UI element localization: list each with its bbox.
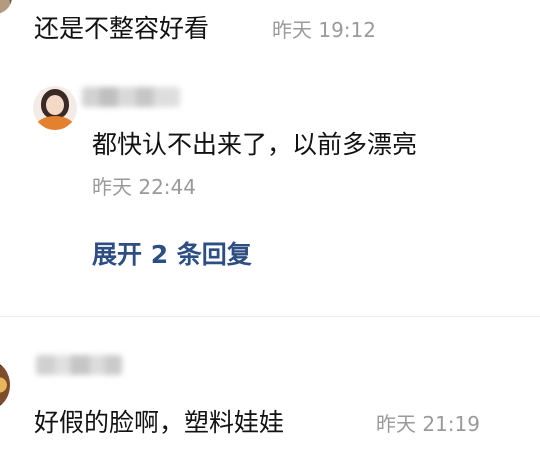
expand-replies-link[interactable]: 展开 2 条回复 — [92, 238, 252, 272]
comment-timestamp: 昨天 21:19 — [376, 412, 480, 436]
reply-username-blurred[interactable] — [82, 87, 180, 107]
comment-text: 还是不整容好看 — [34, 14, 210, 43]
reply-avatar[interactable] — [33, 86, 77, 130]
avatar-face — [46, 95, 64, 115]
commenter-username-blurred[interactable] — [36, 355, 122, 375]
comment-timestamp: 昨天 19:12 — [272, 18, 376, 42]
commenter-avatar[interactable] — [0, 0, 12, 14]
commenter-avatar[interactable] — [0, 362, 10, 408]
avatar-body — [35, 116, 75, 130]
comment-divider — [0, 316, 540, 317]
comment-text: 好假的脸啊，塑料娃娃 — [34, 408, 285, 437]
reply-text: 都快认不出来了，以前多漂亮 — [92, 130, 418, 159]
reply-timestamp: 昨天 22:44 — [92, 175, 196, 199]
